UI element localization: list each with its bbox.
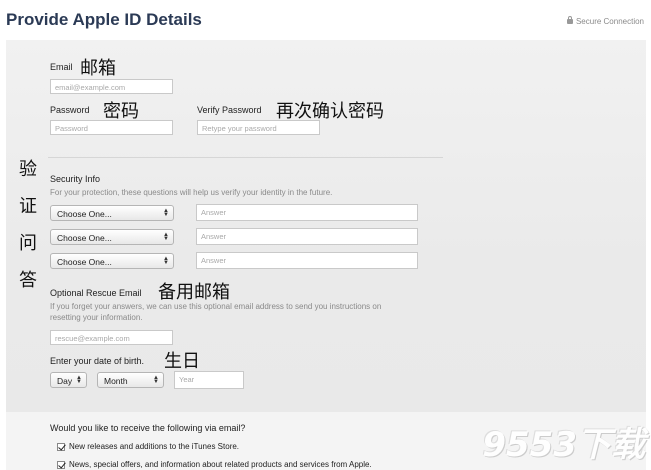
new-releases-label: New releases and additions to the iTunes…	[69, 442, 240, 451]
rescue-email-field[interactable]: rescue@example.com	[50, 330, 173, 345]
birth-day-value: Day	[57, 376, 73, 386]
security-question-select-2-value: Choose One...	[57, 233, 112, 243]
email-field[interactable]: email@example.com	[50, 79, 173, 94]
security-answer-field-1[interactable]: Answer	[196, 204, 418, 221]
new-releases-checkbox[interactable]	[57, 443, 65, 451]
security-side-note-4: 答	[19, 270, 37, 291]
security-answer-field-2[interactable]: Answer	[196, 228, 418, 245]
security-answer-field-3[interactable]: Answer	[196, 252, 418, 269]
security-side-note-2: 证	[19, 196, 37, 217]
email-preferences-question: Would you like to receive the following …	[50, 423, 246, 433]
select-arrows-icon: ▲ ▼	[163, 256, 169, 266]
password-field[interactable]: Password	[50, 120, 173, 135]
secure-connection-label: Secure Connection	[575, 17, 644, 26]
security-side-note-1: 验	[19, 159, 37, 180]
select-arrows-icon: ▲ ▼	[163, 208, 169, 218]
select-arrows-icon: ▲ ▼	[163, 232, 169, 242]
birth-date-cn-note: 生日	[164, 351, 200, 372]
page-title: Provide Apple ID Details	[6, 10, 202, 29]
security-question-select-1-value: Choose One...	[57, 209, 112, 219]
verify-password-label: Verify Password	[197, 105, 262, 115]
news-offers-checkbox[interactable]	[57, 461, 65, 469]
verify-password-field[interactable]: Retype your password	[197, 120, 320, 135]
security-info-title: Security Info	[50, 174, 101, 184]
security-question-select-2[interactable]: Choose One... ▲ ▼	[50, 229, 174, 245]
security-question-select-1[interactable]: Choose One... ▲ ▼	[50, 205, 174, 221]
rescue-email-cn-note: 备用邮箱	[158, 282, 230, 303]
birth-month-value: Month	[104, 376, 128, 386]
birth-date-label: Enter your date of birth.	[50, 356, 145, 366]
password-label: Password	[50, 105, 90, 115]
email-label: Email	[50, 62, 73, 72]
birth-day-select[interactable]: Day ▲ ▼	[50, 372, 87, 388]
email-cn-note: 邮箱	[80, 58, 116, 79]
section-divider	[48, 157, 443, 158]
site-watermark-logo: 9553下载	[482, 425, 645, 465]
security-side-note-3: 问	[19, 233, 37, 254]
select-arrows-icon: ▲ ▼	[153, 375, 159, 385]
security-question-select-3-value: Choose One...	[57, 257, 112, 267]
security-info-description: For your protection, these questions wil…	[50, 188, 333, 197]
security-question-select-3[interactable]: Choose One... ▲ ▼	[50, 253, 174, 269]
rescue-email-label: Optional Rescue Email	[50, 288, 142, 298]
birth-year-field[interactable]: Year	[174, 371, 244, 389]
birth-month-select[interactable]: Month ▲ ▼	[97, 372, 164, 388]
news-offers-label: News, special offers, and information ab…	[69, 460, 372, 469]
secure-connection-indicator: Secure Connection	[566, 16, 644, 26]
select-arrows-icon: ▲ ▼	[76, 375, 82, 385]
rescue-description-line2: resetting your information.	[50, 313, 143, 322]
rescue-description-line1: If you forget your answers, we can use t…	[50, 302, 382, 311]
lock-icon	[566, 16, 573, 24]
